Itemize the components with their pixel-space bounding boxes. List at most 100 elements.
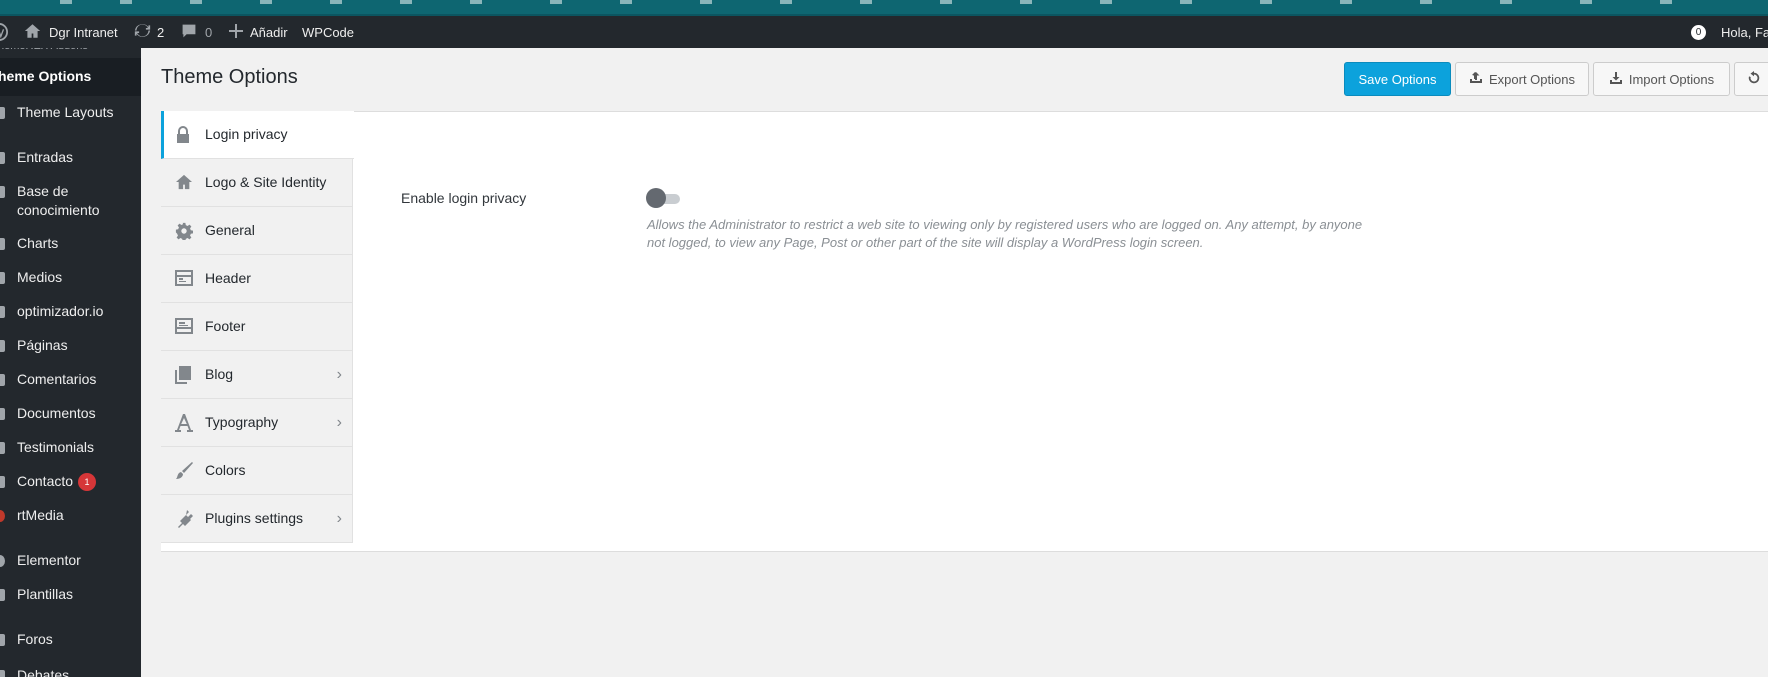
- add-new-label: Añadir: [250, 24, 288, 40]
- media-icon: [0, 272, 5, 284]
- nav-item-label: Typography: [205, 414, 279, 430]
- plus-icon: [229, 23, 243, 41]
- sidebar-item-elementor[interactable]: Elementor: [0, 551, 141, 581]
- header-icon: [175, 270, 193, 288]
- nav-item-general[interactable]: General: [161, 207, 353, 255]
- sidebar-item-base-conocimiento[interactable]: Base de conocimiento: [0, 182, 141, 222]
- nav-item-label: General: [205, 222, 255, 238]
- wpcode-link[interactable]: WPCode: [302, 16, 354, 48]
- import-options-button[interactable]: Import Options: [1593, 62, 1730, 96]
- nav-item-plugins-settings[interactable]: Plugins settings ›: [161, 495, 353, 543]
- brush-icon: [175, 462, 193, 480]
- copy-icon: [175, 366, 193, 384]
- account-greeting[interactable]: Hola, Fa: [1721, 16, 1768, 48]
- nav-item-colors[interactable]: Colors: [161, 447, 353, 495]
- chart-icon: [0, 238, 5, 250]
- sidebar-item-medios[interactable]: Medios: [0, 268, 141, 298]
- sidebar-item-label: rtMedia: [17, 507, 64, 523]
- pin-icon: [0, 152, 5, 164]
- lock-icon: [175, 126, 193, 144]
- footer-icon: [175, 318, 193, 336]
- sidebar-item-theme-layouts[interactable]: Theme Layouts: [0, 103, 141, 133]
- sidebar-item-label: Entradas: [17, 149, 74, 165]
- sidebar-item-label: Testimonials: [17, 439, 95, 455]
- save-options-button[interactable]: Save Options: [1344, 62, 1451, 96]
- sidebar-item-label: Contacto: [17, 473, 74, 489]
- site-name-link[interactable]: Dgr Intranet: [24, 16, 118, 48]
- comment-bubble-icon: [181, 23, 197, 42]
- wordpress-logo-icon[interactable]: [0, 16, 8, 48]
- sidebar-item-theme-options[interactable]: heme Options: [0, 58, 141, 96]
- greeting-label: Hola, Fa: [1721, 24, 1768, 40]
- nav-item-label: Header: [205, 270, 251, 286]
- document-icon: [0, 408, 5, 420]
- reset-options-button[interactable]: [1734, 62, 1768, 96]
- page-title: Theme Options: [161, 66, 298, 88]
- sidebar-item-themerex-addons[interactable]: hemeREX Addons: [0, 48, 141, 57]
- sidebar-item-label-wrap: Contacto 1: [17, 472, 135, 491]
- sidebar-item-debates[interactable]: Debates: [0, 666, 141, 677]
- comment-icon: [0, 374, 5, 386]
- refresh-icon: [134, 22, 151, 42]
- quote-icon: [0, 442, 5, 454]
- sidebar-item-label: Comentarios: [17, 371, 97, 387]
- sidebar-item-contacto[interactable]: Contacto 1: [0, 472, 141, 502]
- folder-icon: [0, 589, 5, 601]
- mail-icon: [0, 476, 5, 488]
- sidebar-item-foros[interactable]: Foros: [0, 630, 141, 660]
- page-icon: [0, 340, 5, 352]
- login-privacy-description: Allows the Administrator to restrict a w…: [647, 217, 1363, 250]
- export-options-label: Export Options: [1489, 71, 1575, 87]
- contacto-count-badge: 1: [78, 473, 97, 491]
- sidebar-item-entradas[interactable]: Entradas: [0, 148, 141, 178]
- nav-item-logo-site-identity[interactable]: Logo & Site Identity: [161, 159, 353, 207]
- nav-item-login-privacy[interactable]: Login privacy: [161, 111, 354, 159]
- options-panel: [161, 111, 1768, 552]
- sidebar-item-documentos[interactable]: Documentos: [0, 404, 141, 434]
- add-new-link[interactable]: Añadir: [229, 16, 288, 48]
- wpcode-label: WPCode: [302, 24, 355, 40]
- site-name-label: Dgr Intranet: [49, 24, 118, 40]
- save-options-label: Save Options: [1358, 71, 1437, 87]
- nav-item-footer[interactable]: Footer: [161, 303, 353, 351]
- sidebar-item-optimizador[interactable]: optimizador.io: [0, 302, 141, 332]
- chevron-right-icon: ›: [336, 366, 342, 383]
- sidebar-item-label: heme Options: [0, 68, 92, 84]
- login-privacy-toggle[interactable]: [646, 188, 682, 208]
- nav-item-header[interactable]: Header: [161, 255, 353, 303]
- nav-item-label: Logo & Site Identity: [205, 174, 327, 190]
- admin-sidebar: hemeREX Addons heme Options Theme Layout…: [0, 48, 141, 677]
- discussion-icon: [0, 670, 5, 677]
- home-icon: [175, 174, 193, 192]
- upload-icon: [1469, 71, 1489, 88]
- sidebar-item-label: Plantillas: [17, 586, 74, 602]
- sidebar-item-label: Páginas: [17, 337, 68, 353]
- sidebar-item-label: Charts: [17, 235, 59, 251]
- sidebar-item-paginas[interactable]: Páginas: [0, 336, 141, 366]
- sidebar-item-plantillas[interactable]: Plantillas: [0, 585, 141, 615]
- sidebar-item-label: Foros: [17, 631, 53, 647]
- browser-tab-strip: [0, 0, 1768, 16]
- sidebar-item-comentarios[interactable]: Comentarios: [0, 370, 141, 400]
- comments-link[interactable]: 0: [181, 16, 212, 48]
- sidebar-item-label: Documentos: [17, 405, 96, 421]
- sidebar-item-label: optimizador.io: [17, 303, 104, 319]
- import-options-label: Import Options: [1628, 71, 1715, 87]
- nav-item-typography[interactable]: Typography ›: [161, 399, 353, 447]
- export-options-button[interactable]: Export Options: [1455, 62, 1589, 96]
- enable-login-privacy-label: Enable login privacy: [401, 190, 527, 206]
- plug-icon: [175, 510, 193, 528]
- gauge-icon: [0, 306, 5, 318]
- notification-count: 0: [1691, 24, 1706, 40]
- updates-link[interactable]: 2: [134, 16, 164, 48]
- reset-icon: [1747, 70, 1767, 88]
- comments-count: 0: [205, 24, 213, 40]
- home-icon: [24, 23, 41, 42]
- updates-count: 2: [157, 24, 165, 40]
- sidebar-item-label: Debates: [17, 667, 70, 677]
- sidebar-item-charts[interactable]: Charts: [0, 234, 141, 264]
- sidebar-item-rtmedia[interactable]: rtMedia: [0, 506, 141, 536]
- sidebar-item-testimonials[interactable]: Testimonials: [0, 438, 141, 468]
- notifications-link[interactable]: 0: [1691, 16, 1706, 48]
- nav-item-blog[interactable]: Blog ›: [161, 351, 353, 399]
